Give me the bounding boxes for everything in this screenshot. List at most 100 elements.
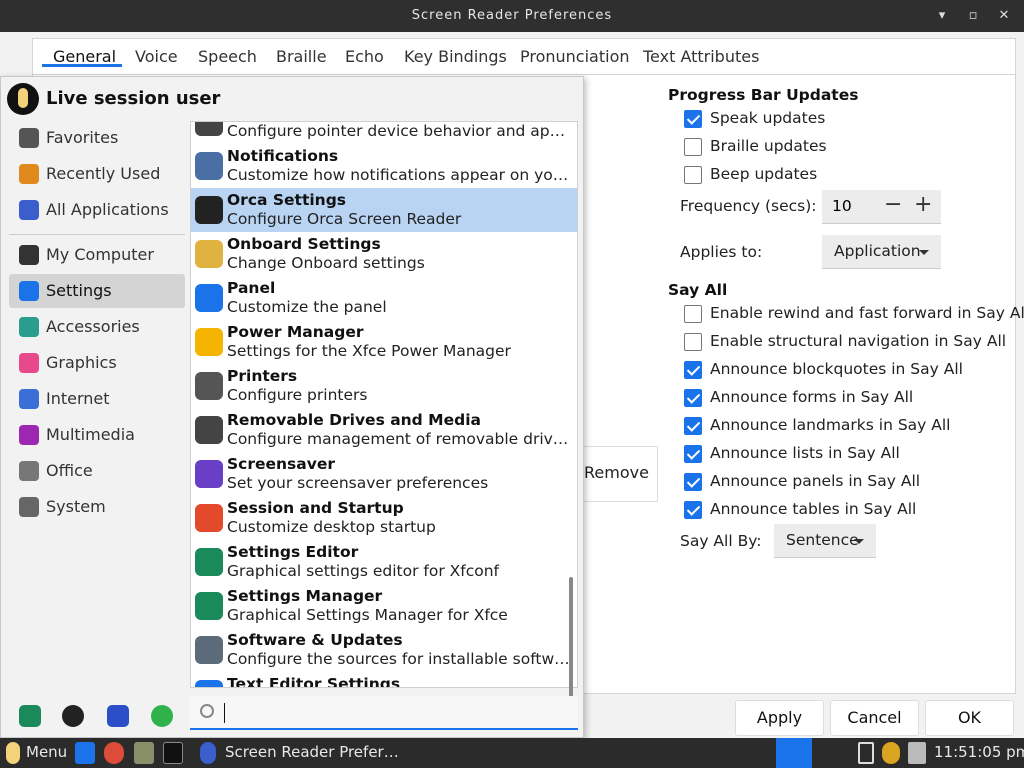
frequency-value[interactable]: 10 bbox=[832, 197, 852, 215]
applies-to-dropdown[interactable]: Application bbox=[822, 235, 941, 269]
decrement-button[interactable]: − bbox=[884, 192, 902, 217]
list-scrollbar[interactable] bbox=[569, 577, 573, 709]
tab-speech[interactable]: Speech bbox=[198, 47, 257, 66]
updates-icon[interactable] bbox=[882, 742, 900, 764]
apply-button[interactable]: Apply bbox=[735, 700, 824, 736]
tab-pronunciation[interactable]: Pronunciation bbox=[520, 47, 630, 66]
office-icon bbox=[19, 461, 39, 481]
checkbox-box[interactable] bbox=[684, 361, 702, 379]
lock-icon[interactable] bbox=[62, 705, 84, 727]
app-item-text-editor-settings[interactable]: Text Editor Settings bbox=[191, 672, 577, 687]
checkbox-box[interactable] bbox=[684, 445, 702, 463]
tab-braille[interactable]: Braille bbox=[276, 47, 327, 66]
category-graphics[interactable]: Graphics bbox=[9, 346, 185, 380]
frequency-spinner[interactable]: 10 − + bbox=[822, 190, 941, 224]
app-item-onboard-settings[interactable]: Onboard Settings Change Onboard settings bbox=[191, 232, 577, 276]
app-name: Orca Settings bbox=[227, 191, 347, 209]
app-item-settings-editor[interactable]: Settings Editor Graphical settings editor… bbox=[191, 540, 577, 584]
checkbox-label: Enable structural navigation in Say All bbox=[710, 332, 1007, 350]
notifications-icon bbox=[195, 152, 223, 180]
category-settings[interactable]: Settings bbox=[9, 274, 185, 308]
volume-icon[interactable] bbox=[908, 742, 926, 764]
cancel-button[interactable]: Cancel bbox=[830, 700, 919, 736]
search-icon bbox=[200, 704, 214, 718]
accessibility-icon[interactable] bbox=[776, 738, 812, 768]
app-description: Configure Orca Screen Reader bbox=[227, 210, 462, 228]
tab-key-bindings[interactable]: Key Bindings bbox=[404, 47, 507, 66]
checkbox-box[interactable] bbox=[684, 473, 702, 491]
checkbox-box[interactable] bbox=[684, 501, 702, 519]
app-description: Configure the sources for installable so… bbox=[227, 650, 573, 668]
remove-button[interactable]: Remove bbox=[578, 446, 658, 502]
clock[interactable]: 11:51:05 pm bbox=[934, 743, 1024, 765]
app-item-printers[interactable]: Printers Configure printers bbox=[191, 364, 577, 408]
user-name: Live session user bbox=[46, 88, 221, 109]
app-name: Power Manager bbox=[227, 323, 364, 341]
logout-icon[interactable] bbox=[151, 705, 173, 727]
category-label: System bbox=[46, 497, 106, 516]
tab-voice[interactable]: Voice bbox=[135, 47, 178, 66]
menu-button[interactable]: Menu bbox=[26, 743, 67, 765]
app-description: Customize desktop startup bbox=[227, 518, 436, 536]
search-field[interactable] bbox=[190, 696, 578, 730]
remove-label: Remove bbox=[584, 463, 649, 482]
checkbox-box[interactable] bbox=[684, 110, 702, 128]
app-item-power-manager[interactable]: Power Manager Settings for the Xfce Power… bbox=[191, 320, 577, 364]
terminal-icon[interactable] bbox=[163, 742, 183, 764]
category-favorites[interactable]: Favorites bbox=[9, 121, 185, 155]
app-item-removable-drives-and-media[interactable]: Removable Drives and Media Configure mana… bbox=[191, 408, 577, 452]
app-item-mouse-and-touchpad[interactable]: Configure pointer device behavior and ap… bbox=[191, 122, 577, 144]
app-name: Settings Editor bbox=[227, 543, 359, 561]
checkbox-box[interactable] bbox=[684, 417, 702, 435]
system-icon bbox=[19, 497, 39, 517]
app-description: Configure printers bbox=[227, 386, 368, 404]
maximize-button[interactable]: ▫ bbox=[963, 6, 983, 26]
tab-text-attributes[interactable]: Text Attributes bbox=[643, 47, 759, 66]
browser-icon[interactable] bbox=[104, 742, 124, 764]
tab-echo[interactable]: Echo bbox=[345, 47, 384, 66]
minimize-button[interactable]: ▾ bbox=[932, 6, 952, 26]
desktop-icon[interactable] bbox=[75, 742, 95, 764]
category-system[interactable]: System bbox=[9, 490, 185, 524]
checkbox-label: Announce panels in Say All bbox=[710, 472, 921, 490]
say-all-by-dropdown[interactable]: Sentence bbox=[774, 524, 876, 558]
app-description: Configure pointer device behavior and ap… bbox=[227, 122, 573, 140]
checkbox-box[interactable] bbox=[684, 166, 702, 184]
category-my-computer[interactable]: My Computer bbox=[9, 238, 185, 272]
checkbox-label: Announce landmarks in Say All bbox=[710, 416, 951, 434]
increment-button[interactable]: + bbox=[914, 192, 932, 217]
file-manager-icon[interactable] bbox=[134, 742, 154, 764]
all-applications-icon bbox=[19, 200, 39, 220]
category-office[interactable]: Office bbox=[9, 454, 185, 488]
app-description: Customize how notifications appear on yo… bbox=[227, 166, 573, 184]
category-accessories[interactable]: Accessories bbox=[9, 310, 185, 344]
category-all-applications[interactable]: All Applications bbox=[9, 193, 185, 227]
category-multimedia[interactable]: Multimedia bbox=[9, 418, 185, 452]
close-button[interactable]: ✕ bbox=[994, 6, 1014, 26]
app-item-notifications[interactable]: Notifications Customize how notifications… bbox=[191, 144, 577, 188]
checkbox-box[interactable] bbox=[684, 333, 702, 351]
app-item-orca-settings[interactable]: Orca Settings Configure Orca Screen Reade… bbox=[191, 188, 577, 232]
say-all-heading: Say All bbox=[668, 281, 728, 299]
task-screen-reader[interactable]: Screen Reader Prefer… bbox=[225, 743, 399, 765]
app-item-settings-manager[interactable]: Settings Manager Graphical Settings Manag… bbox=[191, 584, 577, 628]
settings-manager-icon[interactable] bbox=[19, 705, 41, 727]
app-item-panel[interactable]: Panel Customize the panel bbox=[191, 276, 577, 320]
ok-button[interactable]: OK bbox=[925, 700, 1014, 736]
session-and-startup-icon bbox=[195, 504, 223, 532]
notification-icon[interactable] bbox=[858, 742, 874, 764]
orca-settings-icon bbox=[195, 196, 223, 224]
switch-user-icon[interactable] bbox=[107, 705, 129, 727]
menu-logo-icon[interactable] bbox=[6, 742, 20, 764]
category-internet[interactable]: Internet bbox=[9, 382, 185, 416]
removable-drives-and-media-icon bbox=[195, 416, 223, 444]
application-menu: Live session user Favorites Recently Used… bbox=[0, 76, 584, 738]
app-item-software-and-updates[interactable]: Software & Updates Configure the sources … bbox=[191, 628, 577, 672]
app-item-session-and-startup[interactable]: Session and Startup Customize desktop sta… bbox=[191, 496, 577, 540]
printers-icon bbox=[195, 372, 223, 400]
checkbox-box[interactable] bbox=[684, 305, 702, 323]
app-item-screensaver[interactable]: Screensaver Set your screensaver preferen… bbox=[191, 452, 577, 496]
category-recently-used[interactable]: Recently Used bbox=[9, 157, 185, 191]
checkbox-box[interactable] bbox=[684, 389, 702, 407]
checkbox-box[interactable] bbox=[684, 138, 702, 156]
